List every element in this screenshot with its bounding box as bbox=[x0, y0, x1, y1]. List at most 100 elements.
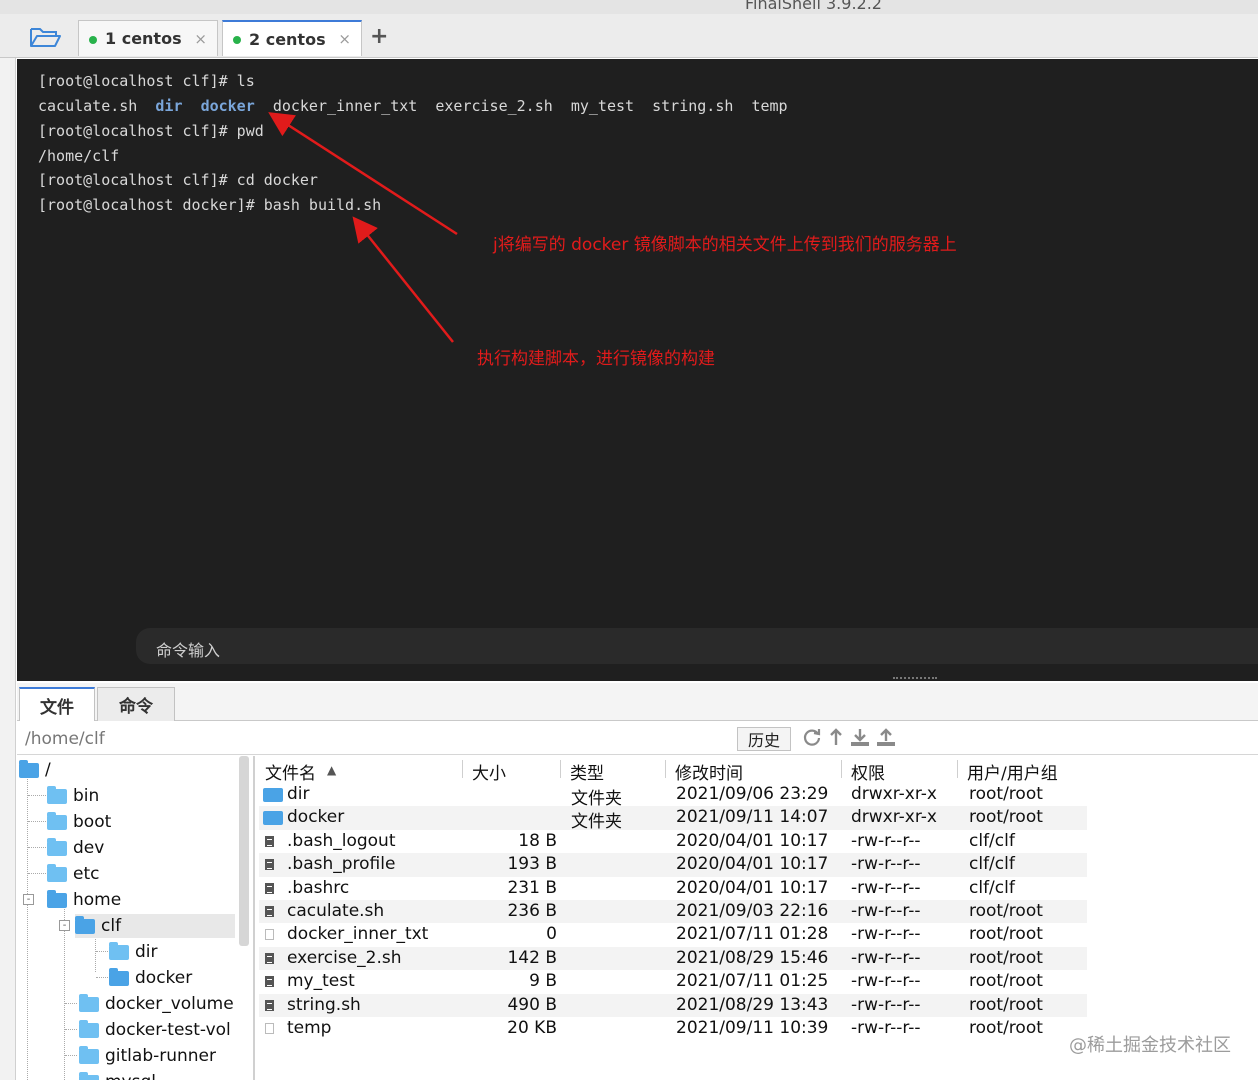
cell-name: caculate.sh bbox=[287, 901, 385, 921]
table-row[interactable]: string.sh 490 B 2021/08/29 13:43 -rw-r--r--… bbox=[259, 993, 1087, 1017]
table-row[interactable]: .bashrc 231 B 2020/04/01 10:17 -rw-r--r-- cl… bbox=[259, 877, 1087, 900]
arrow-up-icon[interactable] bbox=[825, 727, 847, 749]
column-separator[interactable] bbox=[560, 760, 561, 778]
table-row[interactable]: temp 20 KB 2021/09/11 10:39 -rw-r--r-- root/… bbox=[259, 1017, 1087, 1040]
cell-name: temp bbox=[287, 1018, 332, 1038]
command-input[interactable]: 命令输入 bbox=[136, 628, 1258, 664]
directory-tree: / bin boot dev etc - home clf - dir dock… bbox=[17, 756, 251, 1080]
cell-owner: clf/clf bbox=[969, 830, 1015, 851]
tree-item-mysql[interactable]: mysql bbox=[79, 1070, 156, 1080]
tab-session-2[interactable]: 2 centos × bbox=[222, 20, 362, 56]
tree-item-label: gitlab-runner bbox=[105, 1046, 217, 1066]
panel-divider[interactable] bbox=[253, 756, 255, 1080]
column-separator[interactable] bbox=[665, 760, 666, 778]
tree-item-docker-volume[interactable]: docker_volume bbox=[79, 992, 234, 1016]
folder-icon bbox=[47, 889, 67, 908]
column-header-size[interactable]: 大小 bbox=[472, 759, 506, 784]
add-tab-button[interactable]: + bbox=[370, 24, 388, 49]
close-icon[interactable]: × bbox=[194, 30, 207, 48]
tree-item-root[interactable]: / bbox=[19, 758, 51, 782]
cell-name: .bashrc bbox=[287, 877, 350, 898]
tree-item-gitlab-runner[interactable]: gitlab-runner bbox=[79, 1044, 216, 1068]
table-row[interactable]: caculate.sh 236 B 2021/09/03 22:16 -rw-r--r… bbox=[259, 900, 1087, 924]
column-header-type[interactable]: 类型 bbox=[570, 759, 604, 784]
column-separator[interactable] bbox=[841, 760, 842, 778]
table-row[interactable]: .bash_logout 18 B 2020/04/01 10:17 -rw-r--r… bbox=[259, 830, 1087, 853]
terminal-panel[interactable]: [root@localhost clf]# ls caculate.sh dir… bbox=[17, 59, 1258, 681]
cell-owner: root/root bbox=[969, 1018, 1043, 1038]
upload-icon[interactable] bbox=[875, 727, 897, 749]
cell-mtime: 2021/09/03 22:16 bbox=[676, 901, 829, 921]
tree-item-bin[interactable]: bin bbox=[47, 784, 99, 808]
tree-item-label: docker_volume bbox=[105, 994, 234, 1014]
table-row[interactable]: .bash_profile 193 B 2020/04/01 10:17 -rw-r-… bbox=[259, 853, 1087, 877]
path-input[interactable]: /home/clf bbox=[25, 729, 105, 749]
tree-item-label: etc bbox=[73, 864, 100, 884]
table-row[interactable]: my_test 9 B 2021/07/11 01:25 -rw-r--r-- root… bbox=[259, 970, 1087, 993]
tree-item-docker[interactable]: docker bbox=[109, 966, 192, 990]
tree-item-label: boot bbox=[73, 812, 112, 832]
tree-item-clf[interactable]: clf bbox=[75, 914, 235, 938]
tree-item-label: home bbox=[73, 890, 122, 910]
cell-mtime: 2020/04/01 10:17 bbox=[676, 830, 829, 851]
cell-perm: drwxr-xr-x bbox=[851, 807, 937, 828]
tree-scrollbar[interactable] bbox=[239, 756, 249, 946]
tree-guide bbox=[65, 1003, 77, 1004]
folder-icon bbox=[47, 785, 67, 804]
cell-owner: clf/clf bbox=[969, 854, 1015, 875]
open-session-button[interactable] bbox=[28, 24, 62, 50]
table-row[interactable]: docker 文件夹 2021/09/11 14:07 drwxr-xr-x root/… bbox=[259, 806, 1087, 833]
tree-item-label: docker-test-vol bbox=[105, 1020, 231, 1040]
tree-item-home[interactable]: home bbox=[47, 888, 121, 912]
tab-files[interactable]: 文件 bbox=[19, 687, 95, 721]
file-icon bbox=[265, 1023, 274, 1034]
watermark: @稀土掘金技术社区 bbox=[1069, 1035, 1231, 1056]
table-row[interactable]: exercise_2.sh 142 B 2021/08/29 15:46 -rw-r-… bbox=[259, 946, 1087, 971]
annotation-build-note: 执行构建脚本，进行镜像的构建 bbox=[477, 349, 715, 369]
tree-item-boot[interactable]: boot bbox=[47, 810, 111, 834]
collapse-icon[interactable]: - bbox=[59, 920, 70, 931]
tab-session-1[interactable]: 1 centos × bbox=[78, 20, 218, 56]
cell-type: 文件夹 bbox=[571, 789, 622, 809]
tree-guide bbox=[28, 847, 46, 848]
folder-icon bbox=[75, 915, 95, 934]
tree-item-label: docker bbox=[135, 968, 193, 988]
column-separator[interactable] bbox=[462, 760, 463, 778]
column-header-perm[interactable]: 权限 bbox=[851, 759, 885, 784]
tree-item-etc[interactable]: etc bbox=[47, 862, 99, 886]
column-header-mtime[interactable]: 修改时间 bbox=[675, 759, 743, 784]
tree-item-docker-test-vol[interactable]: docker-test-vol bbox=[79, 1018, 231, 1042]
download-icon[interactable] bbox=[849, 727, 871, 749]
tree-item-label: dev bbox=[73, 838, 105, 858]
tree-guide bbox=[27, 772, 28, 1080]
column-separator[interactable] bbox=[957, 760, 958, 778]
history-button[interactable]: 历史 bbox=[737, 727, 791, 751]
left-sidebar-strip bbox=[0, 14, 16, 1080]
cell-size: 236 B bbox=[507, 901, 557, 921]
table-row[interactable]: dir 文件夹 2021/09/06 23:29 drwxr-xr-x root/roo… bbox=[259, 783, 1087, 809]
cell-size: 20 KB bbox=[507, 1018, 557, 1038]
tab-commands[interactable]: 命令 bbox=[97, 687, 175, 721]
table-header: 文件名 ▲ 大小 类型 修改时间 权限 用户/用户组 bbox=[257, 756, 1258, 784]
cell-name: exercise_2.sh bbox=[287, 947, 402, 968]
refresh-icon[interactable] bbox=[801, 727, 823, 749]
cell-type: 文件夹 bbox=[571, 812, 622, 833]
column-header-name[interactable]: 文件名 bbox=[265, 759, 316, 784]
close-icon[interactable]: × bbox=[338, 30, 351, 48]
cell-perm: -rw-r--r-- bbox=[851, 901, 921, 921]
column-header-owner[interactable]: 用户/用户组 bbox=[967, 759, 1058, 784]
path-bar: /home/clf 历史 bbox=[17, 721, 1258, 755]
cell-mtime: 2020/04/01 10:17 bbox=[676, 877, 829, 898]
folder-icon bbox=[79, 1071, 99, 1080]
tree-item-dir[interactable]: dir bbox=[109, 940, 158, 964]
cell-mtime: 2021/08/29 13:43 bbox=[676, 994, 829, 1015]
folder-icon bbox=[19, 759, 39, 778]
table-row[interactable]: docker_inner_txt 0 2021/07/11 01:28 -rw-r--… bbox=[259, 923, 1087, 946]
tree-item-label: bin bbox=[73, 786, 100, 806]
tree-item-dev[interactable]: dev bbox=[47, 836, 104, 860]
collapse-icon[interactable]: - bbox=[23, 894, 34, 905]
cell-mtime: 2021/07/11 01:25 bbox=[676, 971, 829, 992]
cell-mtime: 2021/08/29 15:46 bbox=[676, 947, 829, 968]
resize-handle[interactable] bbox=[893, 677, 937, 681]
folder-icon bbox=[47, 837, 67, 856]
